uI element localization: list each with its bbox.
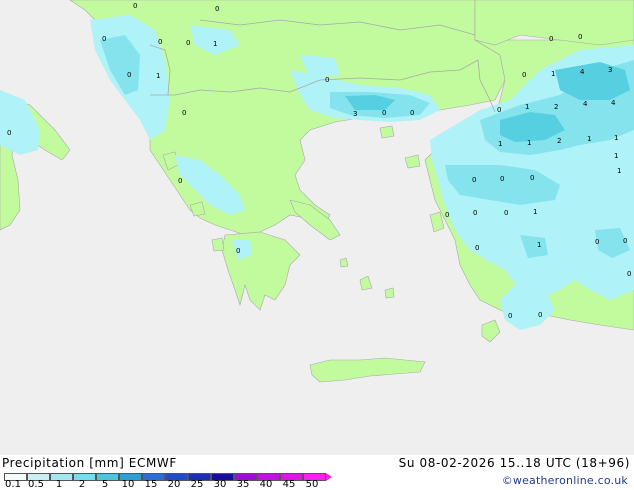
precip-value: 1 <box>617 167 621 175</box>
thrace <box>474 0 634 46</box>
precip-value: 0 <box>127 71 131 79</box>
precip-value: 0 <box>627 270 631 278</box>
legend-title: Precipitation [mm] ECMWF <box>2 456 177 470</box>
color-scale-label: 5 <box>101 479 109 490</box>
precip-value: 0 <box>504 209 508 217</box>
legend-footer: Precipitation [mm] ECMWF Su 08-02-2026 1… <box>0 455 634 490</box>
precip-value: 1 <box>587 135 591 143</box>
precip-value: 0 <box>595 238 599 246</box>
color-scale-label: 15 <box>144 479 158 490</box>
color-scale-label: 0.1 <box>5 479 21 490</box>
precip-value: 0 <box>133 2 137 10</box>
precip-value: 0 <box>215 5 219 13</box>
precip-value: 0 <box>186 39 190 47</box>
precip-value: 0 <box>578 33 582 41</box>
precip-value: 1 <box>156 72 160 80</box>
precip-value: 0 <box>182 109 186 117</box>
precip-value: 0 <box>497 106 501 114</box>
cyclades-b <box>384 287 395 299</box>
precip-value: 2 <box>557 137 561 145</box>
map-canvas: 0 0 0 0 0 1 0 1 0 0 0 0 1 4 3 0 1 2 4 4 … <box>0 0 634 455</box>
precip-value: 3 <box>353 110 357 118</box>
precip-value: 0 <box>508 312 512 320</box>
precip-value: 3 <box>608 66 612 74</box>
color-scale-label: 0.5 <box>28 479 44 490</box>
precip-value: 1 <box>537 241 541 249</box>
color-scale-label: 45 <box>282 479 296 490</box>
precip-value: 0 <box>549 35 553 43</box>
precip-value: 1 <box>614 134 618 142</box>
precip-value: 0 <box>178 177 182 185</box>
precip-value: 0 <box>445 211 449 219</box>
precip-value: 0 <box>102 35 106 43</box>
color-scale-label: 35 <box>236 479 250 490</box>
precip-value: 0 <box>325 76 329 84</box>
precip-value: 1 <box>527 139 531 147</box>
color-scale-label: 20 <box>167 479 181 490</box>
precip-value: 0 <box>500 175 504 183</box>
credit-link[interactable]: ©weatheronline.co.uk <box>502 474 628 487</box>
color-scale-label: 1 <box>55 479 63 490</box>
precip-value: 0 <box>410 109 414 117</box>
color-scale-label: 10 <box>121 479 135 490</box>
precip-value: 4 <box>580 68 585 76</box>
precip-value: 0 <box>236 247 240 255</box>
color-scale-label: 2 <box>78 479 86 490</box>
color-scale-label: 50 <box>305 479 319 490</box>
precip-value: 0 <box>7 129 11 137</box>
color-scale-label: 30 <box>213 479 227 490</box>
precip-value: 1 <box>551 70 555 78</box>
precip-value: 1 <box>614 152 618 160</box>
color-scale-arrow <box>326 473 332 481</box>
precip-value: 0 <box>473 209 477 217</box>
precip-value: 2 <box>554 103 558 111</box>
precip-value: 0 <box>158 38 162 46</box>
precip-value: 0 <box>522 71 526 79</box>
precip-value: 0 <box>475 244 479 252</box>
thasos <box>379 125 395 139</box>
precip-value: 1 <box>498 140 502 148</box>
color-scale-label: 25 <box>190 479 204 490</box>
precip-value: 1 <box>213 40 217 48</box>
color-scale-label: 40 <box>259 479 273 490</box>
precip-value: 0 <box>538 311 542 319</box>
precip-value: 4 <box>611 99 616 107</box>
color-scale <box>4 473 332 481</box>
precip-value: 0 <box>623 237 627 245</box>
precip-value: 0 <box>472 176 476 184</box>
zakynthos <box>211 237 225 252</box>
precip-value: 0 <box>382 109 386 117</box>
precip-value: 4 <box>583 100 588 108</box>
precip-value: 1 <box>533 208 537 216</box>
precipitation-map: 0 0 0 0 0 1 0 1 0 0 0 0 1 4 3 0 1 2 4 4 … <box>0 0 634 455</box>
forecast-datetime: Su 08-02-2026 15..18 UTC (18+96) <box>398 456 630 470</box>
precip-value: 1 <box>525 103 529 111</box>
precip-value: 0 <box>530 174 534 182</box>
